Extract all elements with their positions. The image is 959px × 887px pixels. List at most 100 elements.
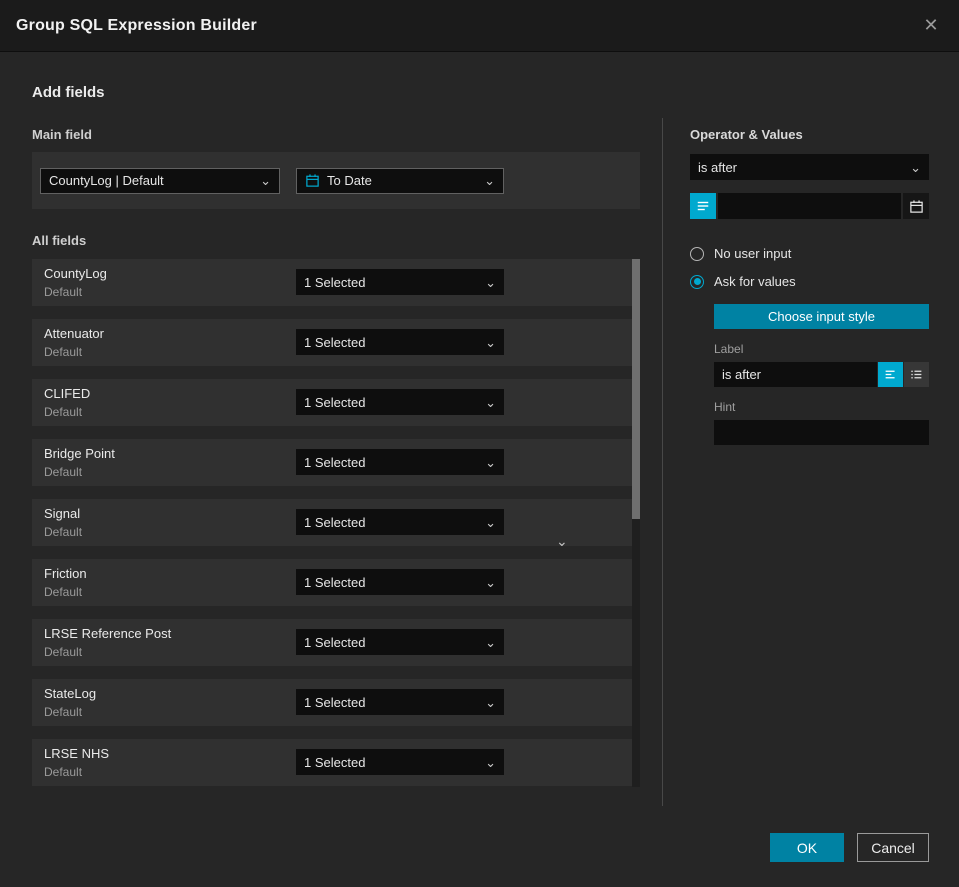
operator-values-panel: Operator & Values is after ⌄ No user inp… <box>690 127 929 445</box>
chevron-down-icon: ⌄ <box>485 754 496 770</box>
field-row-texts: StateLog Default <box>44 686 96 719</box>
radio-no-user-input[interactable]: No user input <box>690 246 929 261</box>
field-row-texts: Signal Default <box>44 506 82 539</box>
list-value-style-button[interactable] <box>904 362 929 387</box>
field-subtitle: Default <box>44 645 83 659</box>
label-label: Label <box>714 342 744 356</box>
chevron-down-icon: ⌄ <box>485 394 496 410</box>
field-row-texts: Attenuator Default <box>44 326 104 359</box>
field-name: Attenuator <box>44 326 104 341</box>
field-subtitle: Default <box>44 465 83 479</box>
radio-no-user-input-label: No user input <box>714 246 792 261</box>
ok-button[interactable]: OK <box>770 833 844 862</box>
dialog-footer: OK Cancel <box>770 833 929 862</box>
dialog-header: Group SQL Expression Builder ✕ <box>0 0 959 52</box>
field-selected-dropdown-label: 1 Selected <box>304 694 366 710</box>
field-name: Signal <box>44 506 81 521</box>
scroll-down-icon[interactable]: ⌄ <box>556 533 568 550</box>
field-selected-dropdown[interactable]: 1 Selected ⌄ <box>296 329 504 355</box>
label-input-row <box>714 362 929 387</box>
scrollbar-thumb[interactable] <box>632 259 640 519</box>
operator-dropdown[interactable]: is after ⌄ <box>690 154 929 180</box>
main-field-panel: CountyLog | Default ⌄ To Date ⌄ <box>32 152 640 209</box>
calendar-icon <box>305 173 320 188</box>
field-name: CLIFED <box>44 386 91 401</box>
field-selected-dropdown[interactable]: 1 Selected ⌄ <box>296 389 504 415</box>
to-date-dropdown-label: To Date <box>327 173 372 188</box>
field-name: LRSE Reference Post <box>44 626 172 641</box>
close-icon[interactable]: ✕ <box>919 14 943 38</box>
chevron-down-icon: ⌄ <box>910 159 921 175</box>
radio-ask-for-values-label: Ask for values <box>714 274 796 289</box>
field-selected-dropdown[interactable]: 1 Selected ⌄ <box>296 509 504 535</box>
field-name: StateLog <box>44 686 97 701</box>
hint-input[interactable] <box>714 420 929 445</box>
field-selected-dropdown[interactable]: 1 Selected ⌄ <box>296 269 504 295</box>
field-subtitle: Default <box>44 765 83 779</box>
chevron-down-icon: ⌄ <box>260 173 271 188</box>
single-value-style-button[interactable] <box>878 362 903 387</box>
date-picker-button[interactable] <box>903 193 929 219</box>
operator-dropdown-label: is after <box>698 159 738 175</box>
field-selected-dropdown[interactable]: 1 Selected ⌄ <box>296 449 504 475</box>
field-row-texts: LRSE NHS Default <box>44 746 109 779</box>
field-name: Bridge Point <box>44 446 115 461</box>
all-fields-label: All fields <box>32 233 87 248</box>
value-input-row <box>690 193 929 219</box>
field-selected-dropdown-label: 1 Selected <box>304 754 366 770</box>
field-selected-dropdown[interactable]: 1 Selected ⌄ <box>296 629 504 655</box>
column-divider <box>662 118 663 806</box>
calendar-icon <box>909 199 924 214</box>
field-selected-dropdown[interactable]: 1 Selected ⌄ <box>296 569 504 595</box>
label-input[interactable] <box>714 362 877 387</box>
hint-label: Hint <box>714 400 736 414</box>
field-subtitle: Default <box>44 705 83 719</box>
cancel-button[interactable]: Cancel <box>857 833 929 862</box>
input-mode-radios: No user input Ask for values <box>690 246 929 302</box>
align-left-icon <box>884 368 897 381</box>
field-subtitle: Default <box>44 285 83 299</box>
field-row-texts: CountyLog Default <box>44 266 107 299</box>
chevron-down-icon: ⌄ <box>485 574 496 590</box>
field-selected-dropdown[interactable]: 1 Selected ⌄ <box>296 749 504 775</box>
dialog-title: Group SQL Expression Builder <box>16 16 257 34</box>
all-fields-list: CountyLog Default 1 Selected ⌄ Attenuato… <box>32 259 640 799</box>
field-selected-dropdown-label: 1 Selected <box>304 274 366 290</box>
field-selected-dropdown-label: 1 Selected <box>304 454 366 470</box>
field-row: CountyLog Default 1 Selected ⌄ <box>32 259 640 306</box>
field-row: LRSE Reference Post Default 1 Selected ⌄ <box>32 619 640 666</box>
scrollbar-track <box>632 259 640 787</box>
chevron-down-icon: ⌄ <box>484 173 495 188</box>
radio-ask-for-values[interactable]: Ask for values <box>690 274 929 289</box>
to-date-dropdown[interactable]: To Date ⌄ <box>296 167 504 194</box>
chevron-down-icon: ⌄ <box>485 634 496 650</box>
ask-for-values-options: Choose input style Label is after Hint <box>714 302 929 445</box>
main-field-dropdown[interactable]: CountyLog | Default ⌄ <box>40 167 280 194</box>
field-subtitle: Default <box>44 405 83 419</box>
set-values-list-button[interactable] <box>690 193 716 219</box>
add-fields-heading: Add fields <box>32 84 105 101</box>
field-subtitle: Default <box>44 525 83 539</box>
operator-values-heading: Operator & Values <box>690 127 803 142</box>
radio-icon <box>690 246 704 261</box>
field-row-texts: LRSE Reference Post Default <box>44 626 171 659</box>
chevron-down-icon: ⌄ <box>485 514 496 530</box>
group-sql-expression-builder-dialog: Group SQL Expression Builder ✕ Add field… <box>0 0 959 887</box>
field-name: CountyLog <box>44 266 107 281</box>
field-row: LRSE NHS Default 1 Selected ⌄ <box>32 739 640 786</box>
field-row-texts: CLIFED Default <box>44 386 90 419</box>
chevron-down-icon: ⌄ <box>485 274 496 290</box>
field-row: Friction Default 1 Selected ⌄ <box>32 559 640 606</box>
bullet-list-icon <box>910 368 923 381</box>
field-selected-dropdown-label: 1 Selected <box>304 394 366 410</box>
field-selected-dropdown-label: 1 Selected <box>304 634 366 650</box>
choose-input-style-button[interactable]: Choose input style <box>714 304 929 329</box>
field-selected-dropdown-label: 1 Selected <box>304 334 366 350</box>
chevron-down-icon: ⌄ <box>485 694 496 710</box>
field-row-texts: Bridge Point Default <box>44 446 115 479</box>
field-selected-dropdown-label: 1 Selected <box>304 574 366 590</box>
chevron-down-icon: ⌄ <box>485 454 496 470</box>
field-row: Bridge Point Default 1 Selected ⌄ <box>32 439 640 486</box>
value-input[interactable] <box>718 193 901 219</box>
field-selected-dropdown[interactable]: 1 Selected ⌄ <box>296 689 504 715</box>
